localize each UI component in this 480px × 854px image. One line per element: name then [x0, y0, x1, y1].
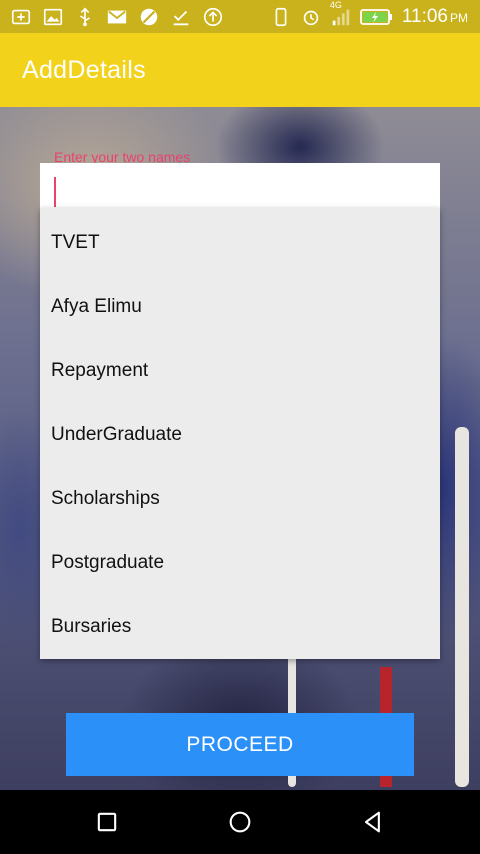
dropdown-item-repayment[interactable]: Repayment	[40, 339, 440, 403]
home-circle-icon[interactable]	[220, 802, 260, 842]
navigation-bar	[0, 790, 480, 854]
clock: 11:06 PM	[401, 5, 468, 27]
background-detail	[455, 427, 469, 787]
usb-icon	[74, 6, 96, 28]
app-bar: AddDetails	[0, 33, 480, 107]
back-triangle-icon[interactable]	[353, 802, 393, 842]
image-icon	[42, 6, 64, 28]
download-done-icon	[170, 6, 192, 28]
text-cursor	[54, 177, 56, 207]
battery-charging-icon	[359, 6, 394, 28]
block-icon	[138, 6, 160, 28]
status-bar: 4G 11:06 PM	[0, 0, 480, 33]
recents-square-icon[interactable]	[87, 802, 127, 842]
dropdown-item-bursaries[interactable]: Bursaries	[40, 595, 440, 659]
add-box-icon	[10, 6, 32, 28]
dropdown-item-postgraduate[interactable]: Postgraduate	[40, 531, 440, 595]
signal-icon: 4G	[330, 0, 352, 28]
gmail-icon	[106, 6, 128, 28]
network-type: 4G	[329, 0, 342, 10]
upload-icon	[202, 6, 224, 28]
name-input[interactable]	[40, 163, 440, 211]
phone-icon	[270, 6, 292, 28]
dropdown-item-undergraduate[interactable]: UnderGraduate	[40, 403, 440, 467]
dropdown-item-afya-elimu[interactable]: Afya Elimu	[40, 275, 440, 339]
app-title: AddDetails	[22, 55, 146, 84]
dropdown-item-tvet[interactable]: TVET	[40, 211, 440, 275]
alarm-icon	[300, 6, 322, 28]
dropdown-item-scholarships[interactable]: Scholarships	[40, 467, 440, 531]
autocomplete-dropdown: TVET Afya Elimu Repayment UnderGraduate …	[40, 208, 440, 659]
proceed-button[interactable]: PROCEED	[66, 713, 414, 776]
